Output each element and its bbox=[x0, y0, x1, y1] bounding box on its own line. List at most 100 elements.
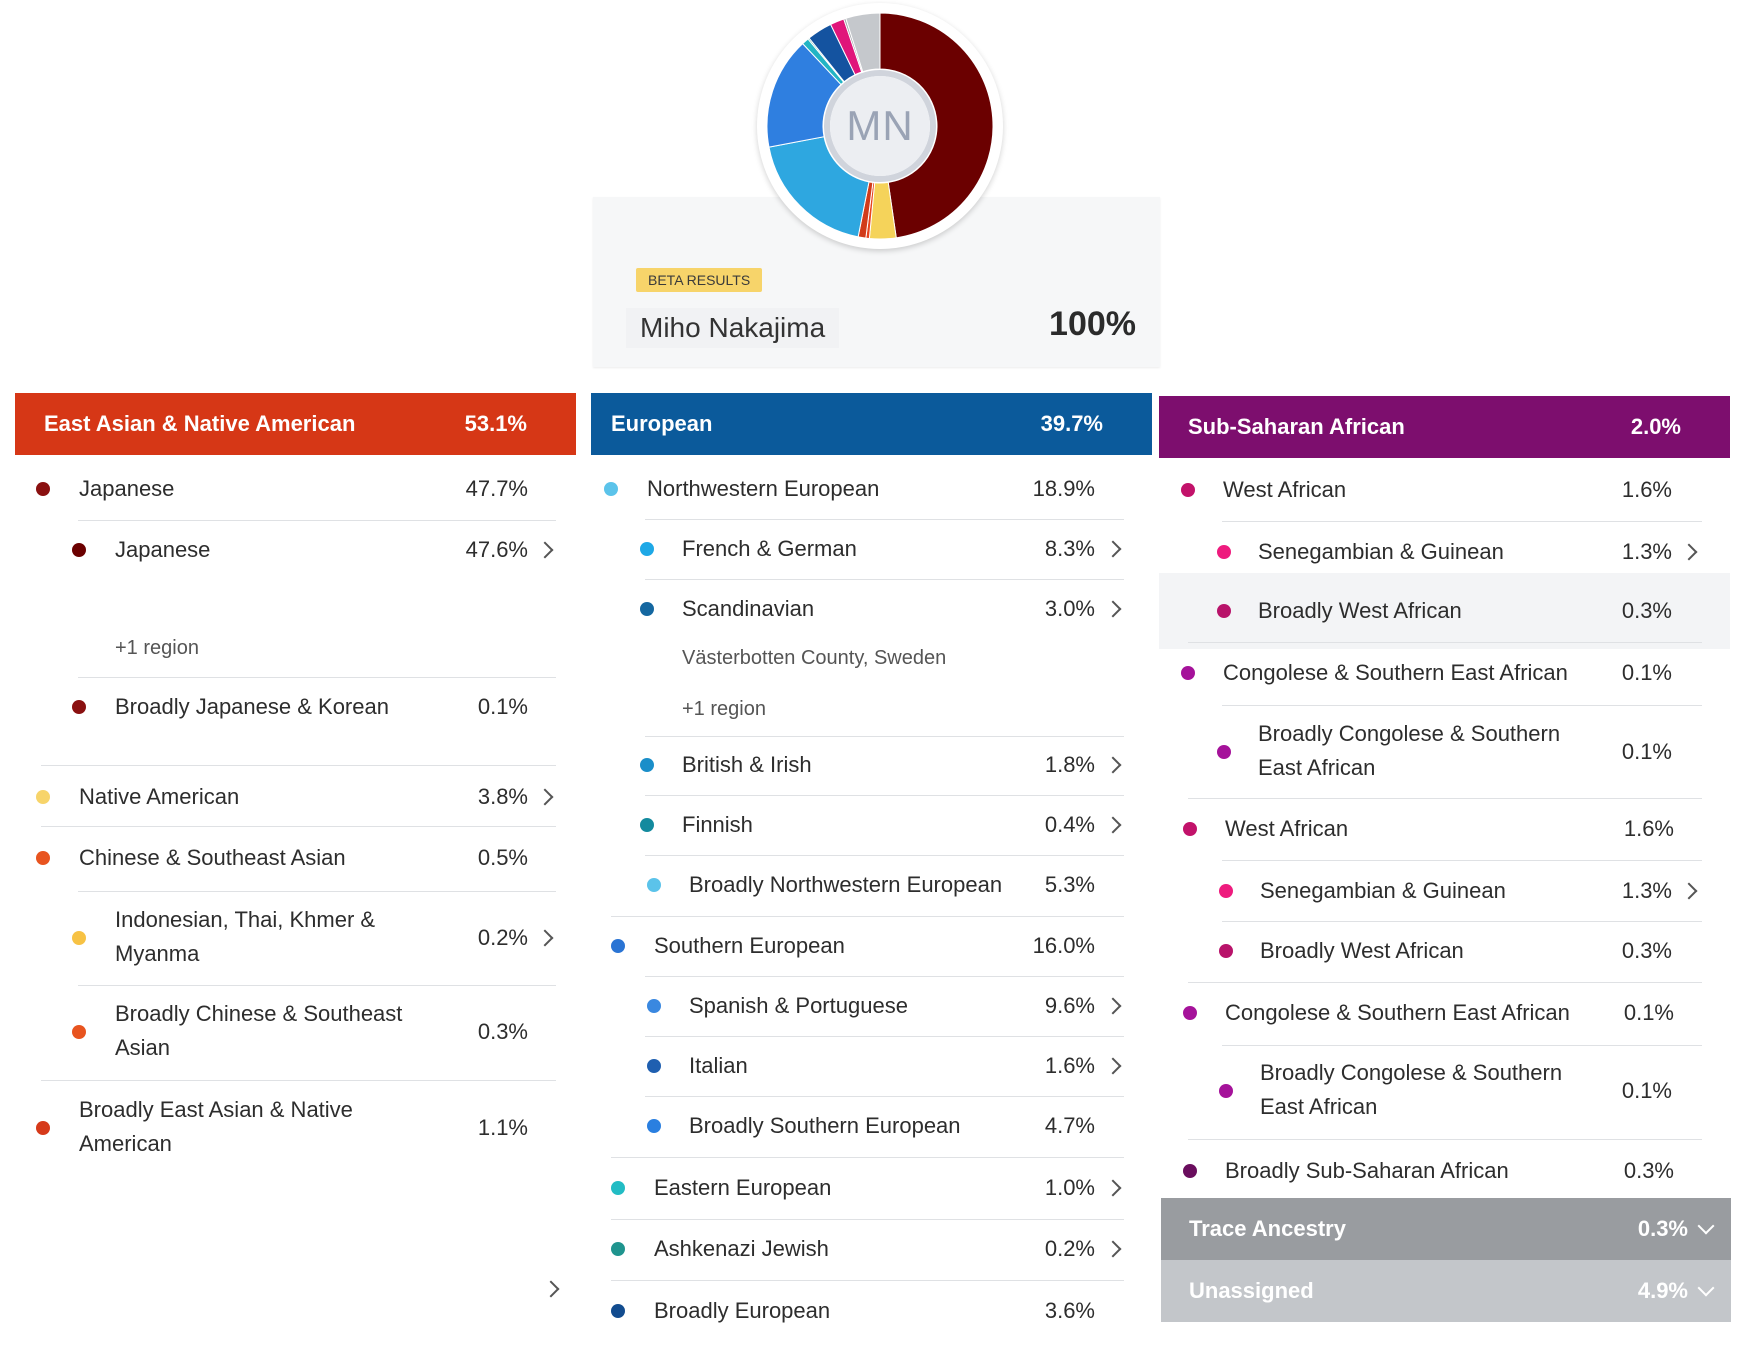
ancestry-donut-chart[interactable]: MN bbox=[757, 3, 1003, 249]
subregion-row[interactable]: Broadly Chinese & Southeast Asian 0.3% bbox=[15, 997, 556, 1067]
row-divider bbox=[78, 677, 556, 678]
region-color-dot-icon bbox=[1219, 884, 1233, 898]
row-divider bbox=[611, 916, 1124, 917]
trace-ancestry-row[interactable]: Trace Ancestry 0.3% bbox=[1161, 1198, 1731, 1260]
region-color-dot-icon bbox=[604, 482, 618, 496]
region-header-east-asian[interactable]: East Asian & Native American 53.1% bbox=[15, 393, 576, 455]
region-label: Italian bbox=[689, 1053, 748, 1078]
region-label: British & Irish bbox=[682, 752, 812, 777]
row-divider bbox=[1222, 860, 1702, 861]
region-label: French & German bbox=[682, 536, 857, 561]
region-percentage: 3.0% bbox=[1044, 596, 1095, 621]
subregion-row[interactable]: Indonesian, Thai, Khmer & Myanma 0.2% bbox=[15, 903, 556, 973]
region-row[interactable]: West African 1.6% bbox=[1159, 809, 1702, 849]
region-percentage: 0.3% bbox=[1623, 1158, 1674, 1183]
subregion-row[interactable]: Scandinavian 3.0% bbox=[591, 589, 1124, 629]
subregion-row[interactable]: Broadly Northwestern European 5.3% bbox=[591, 865, 1124, 905]
row-divider bbox=[78, 520, 556, 521]
row-divider bbox=[1188, 1139, 1702, 1140]
subregion-row[interactable]: Broadly West African 0.3% bbox=[1159, 931, 1702, 971]
region-percentage: 9.6% bbox=[1044, 993, 1095, 1018]
subregion-row[interactable]: Broadly Congolese & Southern East African… bbox=[1159, 717, 1702, 787]
row-divider bbox=[1222, 521, 1702, 522]
region-header-pct: 53.1% bbox=[464, 411, 527, 436]
chevron-right-icon[interactable] bbox=[542, 1280, 560, 1298]
chevron-right-icon bbox=[1680, 882, 1698, 900]
subregion-row[interactable]: French & German 8.3% bbox=[591, 529, 1124, 569]
region-color-dot-icon bbox=[647, 1059, 661, 1073]
region-percentage: 0.1% bbox=[1623, 1000, 1674, 1025]
region-row[interactable]: Congolese & Southern East African 0.1% bbox=[1159, 653, 1702, 693]
region-row[interactable]: Japanese 47.7% bbox=[15, 469, 556, 509]
region-header-label: East Asian & Native American bbox=[44, 411, 356, 436]
region-percentage: 16.0% bbox=[1032, 933, 1095, 958]
region-label-line2: Myanma bbox=[115, 941, 200, 966]
row-divider bbox=[645, 1036, 1124, 1037]
region-row[interactable]: Congolese & Southern East African 0.1% bbox=[1159, 993, 1702, 1033]
region-color-dot-icon bbox=[611, 1304, 625, 1318]
region-row[interactable]: Southern European 16.0% bbox=[591, 926, 1124, 966]
region-row[interactable]: Native American 3.8% bbox=[15, 777, 556, 817]
region-color-dot-icon bbox=[647, 1119, 661, 1133]
region-row[interactable]: Northwestern European 18.9% bbox=[591, 469, 1124, 509]
row-divider bbox=[41, 826, 556, 827]
region-label-line1: Broadly Congolese & Southern bbox=[1260, 1060, 1563, 1085]
region-label: Scandinavian bbox=[682, 596, 815, 621]
subregion-row[interactable]: Senegambian & Guinean 1.3% bbox=[1159, 871, 1702, 911]
row-divider bbox=[1188, 798, 1702, 799]
region-color-dot-icon bbox=[647, 999, 661, 1013]
region-label: Broadly West African bbox=[1258, 598, 1462, 623]
region-row[interactable]: Broadly Sub-Saharan African 0.3% bbox=[1159, 1151, 1702, 1191]
subregion-row[interactable]: Finnish 0.4% bbox=[591, 805, 1124, 845]
region-label: Broadly Chinese & Southeast Asian bbox=[115, 997, 402, 1065]
subregion-row[interactable]: Japanese 47.6% bbox=[15, 530, 556, 570]
region-header-sub-saharan[interactable]: Sub-Saharan African 2.0% bbox=[1159, 396, 1730, 458]
chevron-right-icon bbox=[1104, 756, 1122, 774]
region-label: Senegambian & Guinean bbox=[1260, 878, 1506, 903]
region-header-european[interactable]: European 39.7% bbox=[591, 393, 1152, 455]
region-row[interactable]: Broadly East Asian & Native American 1.1% bbox=[15, 1093, 556, 1163]
region-percentage: 18.9% bbox=[1032, 476, 1095, 501]
region-color-dot-icon bbox=[1219, 944, 1233, 958]
chevron-right-icon bbox=[1104, 997, 1122, 1015]
region-percentage: 0.2% bbox=[477, 925, 528, 950]
region-row[interactable]: Ashkenazi Jewish 0.2% bbox=[591, 1229, 1124, 1269]
unassigned-pct: 4.9% bbox=[1637, 1278, 1688, 1303]
region-label: Broadly Southern European bbox=[689, 1113, 961, 1138]
subregion-row[interactable]: Broadly Southern European 4.7% bbox=[591, 1106, 1124, 1146]
chevron-right-icon bbox=[1104, 1240, 1122, 1258]
region-row[interactable]: Chinese & Southeast Asian 0.5% bbox=[15, 838, 556, 878]
row-divider bbox=[611, 1219, 1124, 1220]
subregion-row[interactable]: Senegambian & Guinean 1.3% bbox=[1159, 532, 1702, 572]
region-color-dot-icon bbox=[1217, 745, 1231, 759]
region-row[interactable]: Eastern European 1.0% bbox=[591, 1168, 1124, 1208]
subregion-row[interactable]: Broadly Congolese & Southern East African… bbox=[1159, 1056, 1702, 1126]
region-label-line1: Broadly East Asian & Native bbox=[79, 1097, 353, 1122]
region-label-line2: East African bbox=[1260, 1094, 1378, 1119]
subregion-row[interactable]: Broadly West African 0.3% bbox=[1159, 573, 1730, 649]
subregion-row[interactable]: British & Irish 1.8% bbox=[591, 745, 1124, 785]
region-percentage: 1.8% bbox=[1044, 752, 1095, 777]
region-row[interactable]: Broadly European 3.6% bbox=[591, 1291, 1124, 1331]
row-divider bbox=[611, 1157, 1124, 1158]
region-label-line2: East African bbox=[1258, 755, 1376, 780]
region-percentage: 0.3% bbox=[1621, 598, 1672, 623]
row-divider bbox=[645, 976, 1124, 977]
region-color-dot-icon bbox=[1183, 1006, 1197, 1020]
subregion-row[interactable]: Spanish & Portuguese 9.6% bbox=[591, 986, 1124, 1026]
region-color-dot-icon bbox=[1181, 666, 1195, 680]
region-label: Chinese & Southeast Asian bbox=[79, 845, 346, 870]
subregion-row[interactable]: Broadly Japanese & Korean 0.1% bbox=[15, 687, 556, 727]
region-label-line2: American bbox=[79, 1131, 172, 1156]
region-label: West African bbox=[1223, 477, 1347, 502]
region-header-label: European bbox=[611, 411, 713, 436]
subregion-row[interactable]: Italian 1.6% bbox=[591, 1046, 1124, 1086]
region-color-dot-icon bbox=[640, 758, 654, 772]
row-divider bbox=[645, 855, 1124, 856]
region-color-dot-icon bbox=[72, 543, 86, 557]
region-color-dot-icon bbox=[611, 1181, 625, 1195]
region-row[interactable]: West African 1.6% bbox=[1159, 470, 1702, 510]
chevron-right-icon bbox=[1680, 543, 1698, 561]
region-color-dot-icon bbox=[72, 931, 86, 945]
unassigned-row[interactable]: Unassigned 4.9% bbox=[1161, 1260, 1731, 1322]
